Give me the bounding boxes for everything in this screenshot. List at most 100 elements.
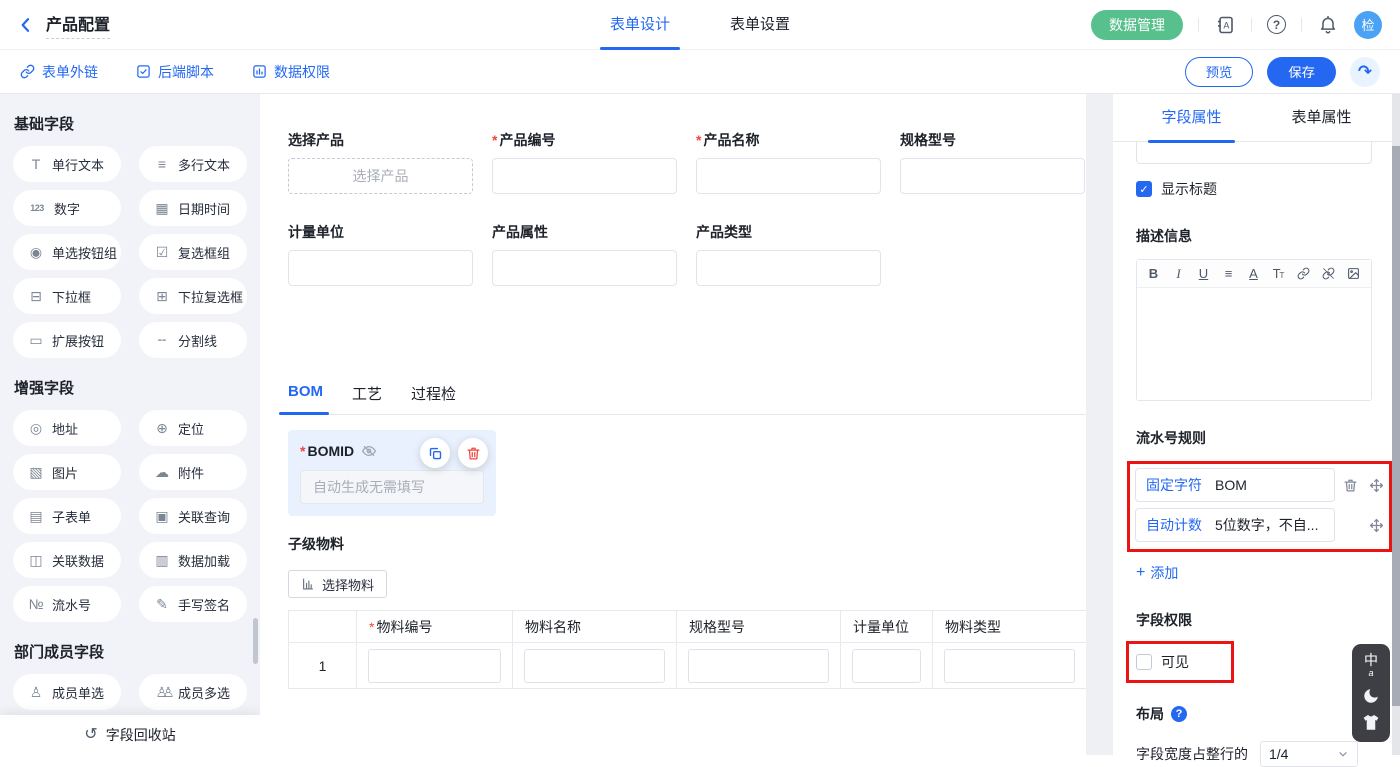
field-button-select[interactable]: ⊟下拉框: [13, 278, 121, 314]
spec-model-input[interactable]: [900, 158, 1085, 194]
insert-image-icon[interactable]: [1341, 262, 1366, 286]
backend-script-label: 后端脚本: [158, 62, 214, 82]
top-bar: 产品配置 表单设计 表单设置 数据管理 A ? 检: [0, 0, 1400, 50]
contacts-icon[interactable]: A: [1214, 14, 1236, 36]
field-button-signature[interactable]: ✎手写签名: [139, 586, 247, 622]
canvas-field-product-name[interactable]: *产品名称: [696, 130, 881, 194]
field-button-member-multi[interactable]: ♙♙成员多选: [139, 674, 247, 710]
field-button-attachment[interactable]: ☁附件: [139, 454, 247, 490]
field-button-extend-button[interactable]: ▭扩展按钮: [13, 322, 121, 358]
delete-field-button[interactable]: [458, 438, 488, 468]
share-button[interactable]: ↷: [1350, 57, 1380, 87]
data-manage-button[interactable]: 数据管理: [1091, 10, 1183, 40]
italic-button[interactable]: I: [1166, 262, 1191, 286]
show-title-checkbox[interactable]: ✓: [1136, 181, 1152, 197]
remove-link-icon[interactable]: [1316, 262, 1341, 286]
insert-link-icon[interactable]: [1291, 262, 1316, 286]
delete-rule-icon[interactable]: [1343, 478, 1358, 493]
align-icon[interactable]: ≡: [1216, 262, 1241, 286]
tab-field-properties[interactable]: 字段属性: [1159, 94, 1223, 142]
drag-move-icon[interactable]: [1369, 518, 1384, 533]
field-title-input[interactable]: [1136, 142, 1372, 164]
page-title[interactable]: 产品配置: [46, 11, 110, 39]
field-button-image[interactable]: ▧图片: [13, 454, 121, 490]
canvas-field-spec-model[interactable]: 规格型号: [900, 130, 1085, 194]
field-button-subform[interactable]: ▤子表单: [13, 498, 121, 534]
tab-bom[interactable]: BOM: [288, 383, 323, 414]
tab-form-settings[interactable]: 表单设置: [728, 0, 792, 50]
product-type-input[interactable]: [696, 250, 881, 286]
preview-button[interactable]: 预览: [1185, 57, 1254, 87]
field-width-select[interactable]: 1/4: [1260, 741, 1358, 767]
required-asterisk: *: [492, 132, 497, 148]
data-permission-button[interactable]: 数据权限: [252, 62, 330, 82]
product-attr-input[interactable]: [492, 250, 677, 286]
field-button-multi-line-text[interactable]: ≡多行文本: [139, 146, 247, 182]
panel-scrollbar-thumb[interactable]: [1392, 146, 1400, 706]
drag-move-icon[interactable]: [1369, 478, 1384, 493]
material-type-input[interactable]: [944, 649, 1075, 683]
visible-checkbox[interactable]: [1136, 654, 1152, 670]
external-link-button[interactable]: 表单外链: [20, 62, 98, 82]
canvas-field-product-attr[interactable]: 产品属性: [492, 222, 677, 286]
font-size-button[interactable]: TT: [1266, 262, 1291, 286]
field-button-data-load[interactable]: ▥数据加载: [139, 542, 247, 578]
field-button-radio-group[interactable]: ◉单选按钮组: [13, 234, 121, 270]
field-recycle-bin[interactable]: ↺ 字段回收站: [0, 715, 260, 755]
copy-field-button[interactable]: [420, 438, 450, 468]
tab-process-check[interactable]: 过程检: [411, 383, 456, 414]
field-button-single-line-text[interactable]: T单行文本: [13, 146, 121, 182]
pen-icon: ✎: [154, 597, 170, 611]
avatar[interactable]: 检: [1354, 11, 1382, 39]
layout-help-icon[interactable]: ?: [1171, 706, 1187, 722]
material-code-input[interactable]: [368, 649, 501, 683]
backend-script-button[interactable]: 后端脚本: [136, 62, 214, 82]
canvas-field-select-product[interactable]: 选择产品 选择产品: [288, 130, 473, 194]
selected-field-card-bomid[interactable]: *BOMID 自动生成无需填写: [288, 430, 496, 516]
product-name-input[interactable]: [696, 158, 881, 194]
canvas-field-unit[interactable]: 计量单位: [288, 222, 473, 286]
dark-mode-moon-icon[interactable]: [1362, 687, 1380, 705]
material-name-input[interactable]: [524, 649, 665, 683]
canvas-field-product-code[interactable]: *产品编号: [492, 130, 677, 194]
font-color-button[interactable]: A: [1241, 262, 1266, 286]
notification-bell-icon[interactable]: [1317, 14, 1339, 36]
theme-shirt-icon[interactable]: [1361, 714, 1381, 732]
tab-form-properties[interactable]: 表单属性: [1290, 94, 1354, 142]
field-button-linked-data[interactable]: ◫关联数据: [13, 542, 121, 578]
field-button-multi-select[interactable]: ⊞下拉复选框: [139, 278, 247, 314]
field-button-member-single[interactable]: ♙成员单选: [13, 674, 121, 710]
spec-model-cell-input[interactable]: [688, 649, 829, 683]
bold-button[interactable]: B: [1141, 262, 1166, 286]
description-textarea[interactable]: [1137, 288, 1371, 400]
visible-label: 可见: [1161, 652, 1189, 672]
field-button-number[interactable]: 123数字: [13, 190, 121, 226]
save-button[interactable]: 保存: [1267, 57, 1336, 87]
serial-rule-fixed-char[interactable]: 固定字符 BOM: [1135, 468, 1335, 502]
show-title-option[interactable]: ✓ 显示标题: [1136, 179, 1372, 199]
canvas-tabs: BOM 工艺 过程检: [288, 383, 1086, 415]
underline-button[interactable]: U: [1191, 262, 1216, 286]
field-button-datetime[interactable]: ▦日期时间: [139, 190, 247, 226]
field-button-serial-number[interactable]: №流水号: [13, 586, 121, 622]
tab-process[interactable]: 工艺: [352, 383, 382, 414]
sidebar-scrollbar[interactable]: [253, 618, 258, 664]
unit-input[interactable]: [288, 250, 473, 286]
add-rule-button[interactable]: + 添加: [1136, 563, 1372, 583]
unit-cell-input[interactable]: [852, 649, 921, 683]
select-product-picker[interactable]: 选择产品: [288, 158, 473, 194]
field-button-address[interactable]: ◎地址: [13, 410, 121, 446]
language-toggle-icon[interactable]: 中 a: [1364, 653, 1378, 678]
select-material-button[interactable]: 选择物料: [288, 570, 387, 598]
field-button-location[interactable]: ⊕定位: [139, 410, 247, 446]
field-button-linked-query[interactable]: ▣关联查询: [139, 498, 247, 534]
tab-form-design[interactable]: 表单设计: [608, 0, 672, 50]
field-button-checkbox-group[interactable]: ☑复选框组: [139, 234, 247, 270]
back-button[interactable]: [14, 13, 38, 37]
help-icon[interactable]: ?: [1267, 15, 1286, 34]
field-button-divider[interactable]: ╌分割线: [139, 322, 247, 358]
product-code-input[interactable]: [492, 158, 677, 194]
bomid-input[interactable]: 自动生成无需填写: [300, 470, 484, 504]
canvas-field-product-type[interactable]: 产品类型: [696, 222, 881, 286]
serial-rule-auto-count[interactable]: 自动计数 5位数字，不自...: [1135, 508, 1335, 542]
